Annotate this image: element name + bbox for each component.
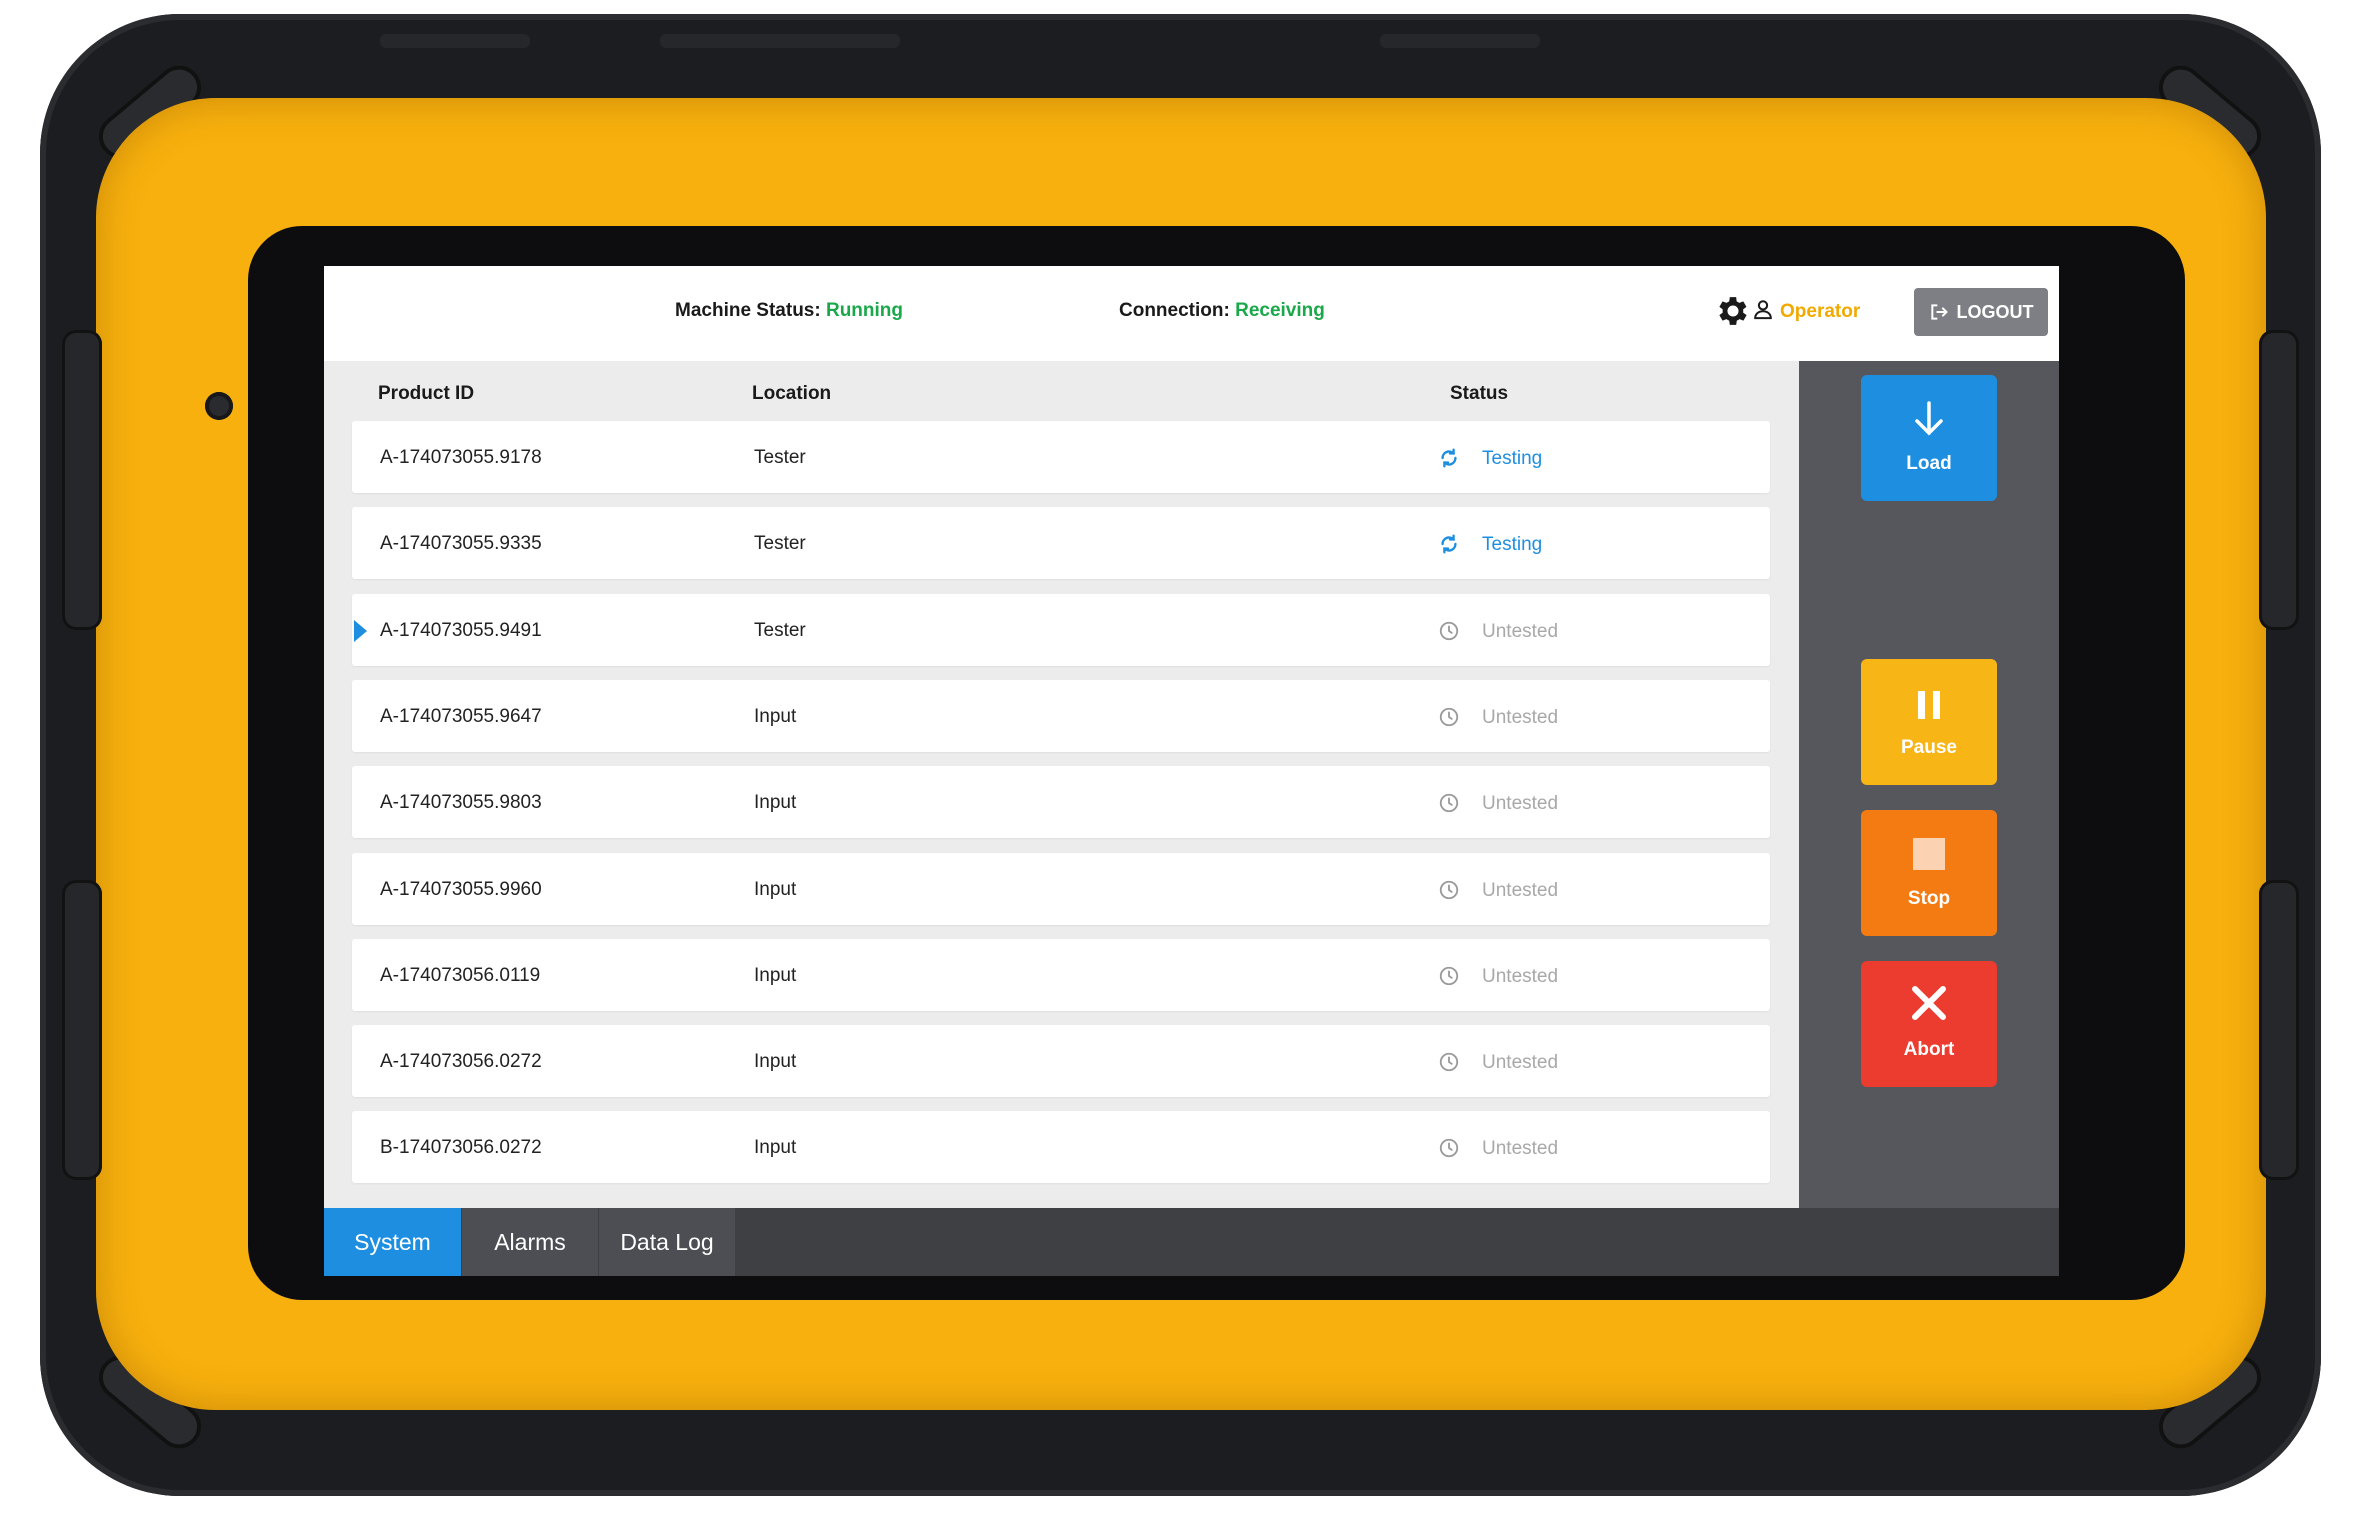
cell-location: Input (754, 1051, 797, 1073)
load-button[interactable]: Load (1861, 375, 1997, 501)
stop-button[interactable]: Stop (1861, 810, 1997, 936)
table-row[interactable]: A-174073055.9803 Input Untested (352, 766, 1770, 839)
product-table: Product ID Location Status A-174073055.9… (324, 361, 1799, 1208)
status-bar: Machine Status: Running Connection: Rece… (324, 266, 2059, 361)
cell-location: Input (754, 878, 797, 900)
pause-button[interactable]: Pause (1861, 659, 1997, 785)
clock-icon (1439, 794, 1459, 813)
table-row[interactable]: A-174073055.9491 Tester Untested (352, 593, 1770, 666)
clock-icon (1439, 1139, 1459, 1158)
arrow-down-icon (1915, 401, 1943, 436)
cell-status: Untested (1482, 879, 1559, 901)
connection-label: Connection: (1119, 300, 1230, 321)
hmi-screen: Machine Status: Running Connection: Rece… (324, 266, 2059, 1276)
cell-product-id: A-174073055.9178 (380, 447, 542, 468)
side-grip (62, 330, 102, 630)
logout-button[interactable]: LOGOUT (1914, 288, 2048, 336)
close-icon (1912, 986, 1946, 1020)
clock-icon (1439, 880, 1459, 899)
table-row[interactable]: A-174073055.9647 Input Untested (352, 679, 1770, 752)
cell-status: Testing (1482, 448, 1543, 469)
clock-icon (1439, 707, 1459, 727)
tab-system[interactable]: System (324, 1208, 461, 1276)
side-grip (2259, 330, 2299, 630)
row-selection-marker (354, 619, 367, 642)
tab-bar: System Alarms Data Log (324, 1208, 2059, 1276)
refresh-icon (1441, 534, 1457, 554)
clock-icon (1439, 621, 1459, 640)
action-panel: Load Pause Stop Abort (1799, 361, 2059, 1208)
logout-icon (1930, 304, 1948, 320)
abort-button[interactable]: Abort (1861, 961, 1997, 1087)
cell-status: Untested (1482, 706, 1559, 728)
column-header-location: Location (752, 383, 832, 404)
cell-status: Untested (1482, 620, 1559, 642)
table-row[interactable]: A-174073055.9960 Input Untested (352, 852, 1770, 925)
clock-icon (1439, 966, 1459, 985)
column-header-status: Status (1450, 383, 1509, 404)
load-label: Load (1906, 453, 1952, 474)
rugged-tablet: Machine Status: Running Connection: Rece… (0, 0, 2361, 1513)
cell-location: Input (754, 1137, 797, 1159)
connection-value: Receiving (1235, 300, 1325, 321)
cell-location: Input (754, 705, 797, 727)
user-role[interactable]: Operator (1780, 301, 1860, 323)
table-row[interactable]: A-174073056.0119 Input Untested (352, 938, 1770, 1011)
tab-alarms[interactable]: Alarms (462, 1208, 598, 1276)
tab-data-log[interactable]: Data Log (599, 1208, 735, 1276)
hardware-key (1380, 34, 1540, 48)
gear-icon[interactable] (1714, 292, 1752, 330)
cell-product-id: A-174073055.9491 (380, 619, 542, 641)
table-header: Product ID Location Status (324, 361, 1799, 417)
table-row[interactable]: A-174073055.9335 Tester Testing (352, 507, 1770, 580)
machine-status: Machine Status: Running (675, 300, 903, 322)
camera-icon (205, 392, 233, 420)
user-icon (1754, 300, 1772, 320)
connection-status: Connection: Receiving (1119, 300, 1325, 322)
machine-status-label: Machine Status: (675, 300, 821, 321)
column-header-product-id: Product ID (378, 383, 475, 404)
cell-location: Input (754, 964, 797, 986)
pause-label: Pause (1901, 737, 1957, 758)
hardware-key (660, 34, 900, 48)
stop-label: Stop (1907, 888, 1951, 909)
cell-product-id: A-174073056.0119 (380, 964, 541, 986)
cell-location: Input (754, 792, 797, 814)
hardware-key (380, 34, 530, 48)
table-row[interactable]: B-174073056.0272 Input Untested (352, 1111, 1770, 1184)
abort-label: Abort (1903, 1039, 1955, 1060)
cell-status: Testing (1482, 534, 1543, 556)
side-grip (2259, 880, 2299, 1180)
table-row[interactable]: A-174073056.0272 Input Untested (352, 1025, 1770, 1098)
logout-label: LOGOUT (1956, 301, 2034, 322)
clock-icon (1439, 1052, 1459, 1072)
cell-product-id: A-174073056.0272 (380, 1051, 542, 1073)
side-grip (62, 880, 102, 1180)
table-row[interactable]: A-174073055.9178 Tester Testing (352, 421, 1770, 493)
cell-location: Tester (754, 533, 806, 555)
cell-product-id: A-174073055.9803 (380, 792, 542, 814)
cell-status: Untested (1482, 1052, 1559, 1074)
cell-product-id: A-174073055.9647 (380, 705, 542, 727)
cell-status: Untested (1482, 1138, 1559, 1160)
stop-icon (1913, 838, 1945, 870)
cell-product-id: A-174073055.9960 (380, 878, 542, 900)
cell-product-id: B-174073056.0272 (380, 1137, 542, 1159)
cell-status: Untested (1482, 965, 1559, 987)
machine-status-value: Running (825, 300, 904, 321)
cell-product-id: A-174073055.9335 (380, 533, 542, 555)
cell-location: Tester (754, 447, 806, 468)
refresh-icon (1441, 448, 1457, 468)
pause-icon (1918, 691, 1940, 719)
cell-location: Tester (754, 619, 806, 641)
cell-status: Untested (1482, 793, 1559, 815)
